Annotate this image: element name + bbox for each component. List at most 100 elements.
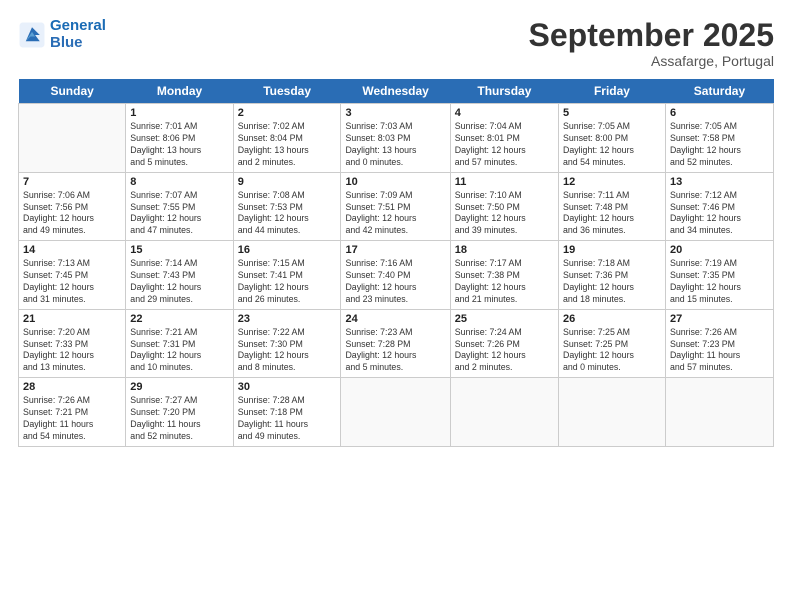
calendar-table: SundayMondayTuesdayWednesdayThursdayFrid… — [18, 79, 774, 447]
header: General Blue September 2025 Assafarge, P… — [18, 18, 774, 69]
day-info: Sunrise: 7:01 AMSunset: 8:06 PMDaylight:… — [130, 121, 228, 169]
location-subtitle: Assafarge, Portugal — [529, 53, 774, 69]
calendar-cell: 23 Sunrise: 7:22 AMSunset: 7:30 PMDayligh… — [233, 309, 341, 378]
calendar-cell: 3 Sunrise: 7:03 AMSunset: 8:03 PMDaylight… — [341, 104, 450, 173]
calendar-cell: 1 Sunrise: 7:01 AMSunset: 8:06 PMDaylight… — [126, 104, 233, 173]
day-info: Sunrise: 7:06 AMSunset: 7:56 PMDaylight:… — [23, 190, 121, 238]
day-info: Sunrise: 7:02 AMSunset: 8:04 PMDaylight:… — [238, 121, 337, 169]
date-number: 27 — [670, 313, 769, 325]
title-block: September 2025 Assafarge, Portugal — [529, 18, 774, 69]
logo-icon — [18, 21, 46, 49]
calendar-cell: 12Sunrise: 7:11 AMSunset: 7:48 PMDayligh… — [559, 172, 666, 241]
day-info: Sunrise: 7:09 AMSunset: 7:51 PMDaylight:… — [345, 190, 445, 238]
calendar-cell: 25 Sunrise: 7:24 AMSunset: 7:26 PMDayligh… — [450, 309, 558, 378]
date-number: 22 — [130, 313, 228, 325]
day-info: Sunrise: 7:16 AMSunset: 7:40 PMDaylight:… — [345, 258, 445, 306]
day-header-friday: Friday — [559, 79, 666, 104]
calendar-cell: 27 Sunrise: 7:26 AMSunset: 7:23 PMDayligh… — [665, 309, 773, 378]
date-number: 10 — [345, 176, 445, 188]
day-header-saturday: Saturday — [665, 79, 773, 104]
day-info: Sunrise: 7:26 AMSunset: 7:23 PMDaylight:… — [670, 327, 769, 375]
day-info: Sunrise: 7:11 AMSunset: 7:48 PMDaylight:… — [563, 190, 661, 238]
calendar-cell: 18 Sunrise: 7:17 AMSunset: 7:38 PMDayligh… — [450, 241, 558, 310]
date-number: 5 — [563, 107, 661, 119]
calendar-cell — [559, 378, 666, 447]
date-number: 29 — [130, 381, 228, 393]
calendar-cell: 20 Sunrise: 7:19 AMSunset: 7:35 PMDayligh… — [665, 241, 773, 310]
day-info: Sunrise: 7:19 AMSunset: 7:35 PMDaylight:… — [670, 258, 769, 306]
date-number: 28 — [23, 381, 121, 393]
calendar-cell: 9Sunrise: 7:08 AMSunset: 7:53 PMDaylight… — [233, 172, 341, 241]
date-number: 8 — [130, 176, 228, 188]
day-info: Sunrise: 7:03 AMSunset: 8:03 PMDaylight:… — [345, 121, 445, 169]
day-info: Sunrise: 7:15 AMSunset: 7:41 PMDaylight:… — [238, 258, 337, 306]
page: General Blue September 2025 Assafarge, P… — [0, 0, 792, 612]
date-number: 17 — [345, 244, 445, 256]
month-title: September 2025 — [529, 18, 774, 53]
calendar-cell: 14Sunrise: 7:13 AMSunset: 7:45 PMDayligh… — [19, 241, 126, 310]
date-number: 15 — [130, 244, 228, 256]
day-header-sunday: Sunday — [19, 79, 126, 104]
date-number: 30 — [238, 381, 337, 393]
day-info: Sunrise: 7:24 AMSunset: 7:26 PMDaylight:… — [455, 327, 554, 375]
calendar-cell: 17 Sunrise: 7:16 AMSunset: 7:40 PMDayligh… — [341, 241, 450, 310]
date-number: 1 — [130, 107, 228, 119]
week-row-2: 7 Sunrise: 7:06 AMSunset: 7:56 PMDaylight… — [19, 172, 774, 241]
day-info: Sunrise: 7:04 AMSunset: 8:01 PMDaylight:… — [455, 121, 554, 169]
day-info: Sunrise: 7:18 AMSunset: 7:36 PMDaylight:… — [563, 258, 661, 306]
calendar-cell: 4 Sunrise: 7:04 AMSunset: 8:01 PMDaylight… — [450, 104, 558, 173]
calendar-cell: 15 Sunrise: 7:14 AMSunset: 7:43 PMDayligh… — [126, 241, 233, 310]
day-header-wednesday: Wednesday — [341, 79, 450, 104]
day-header-row: SundayMondayTuesdayWednesdayThursdayFrid… — [19, 79, 774, 104]
week-row-4: 21Sunrise: 7:20 AMSunset: 7:33 PMDayligh… — [19, 309, 774, 378]
calendar-cell — [19, 104, 126, 173]
date-number: 21 — [23, 313, 121, 325]
day-info: Sunrise: 7:07 AMSunset: 7:55 PMDaylight:… — [130, 190, 228, 238]
week-row-5: 28Sunrise: 7:26 AMSunset: 7:21 PMDayligh… — [19, 378, 774, 447]
date-number: 13 — [670, 176, 769, 188]
day-info: Sunrise: 7:23 AMSunset: 7:28 PMDaylight:… — [345, 327, 445, 375]
date-number: 20 — [670, 244, 769, 256]
day-info: Sunrise: 7:14 AMSunset: 7:43 PMDaylight:… — [130, 258, 228, 306]
day-info: Sunrise: 7:25 AMSunset: 7:25 PMDaylight:… — [563, 327, 661, 375]
date-number: 24 — [345, 313, 445, 325]
day-info: Sunrise: 7:22 AMSunset: 7:30 PMDaylight:… — [238, 327, 337, 375]
date-number: 26 — [563, 313, 661, 325]
day-info: Sunrise: 7:05 AMSunset: 8:00 PMDaylight:… — [563, 121, 661, 169]
calendar-cell: 16 Sunrise: 7:15 AMSunset: 7:41 PMDayligh… — [233, 241, 341, 310]
week-row-3: 14Sunrise: 7:13 AMSunset: 7:45 PMDayligh… — [19, 241, 774, 310]
calendar-cell: 21Sunrise: 7:20 AMSunset: 7:33 PMDayligh… — [19, 309, 126, 378]
date-number: 6 — [670, 107, 769, 119]
date-number: 19 — [563, 244, 661, 256]
day-header-thursday: Thursday — [450, 79, 558, 104]
calendar-cell: 28Sunrise: 7:26 AMSunset: 7:21 PMDayligh… — [19, 378, 126, 447]
calendar-cell: 2 Sunrise: 7:02 AMSunset: 8:04 PMDaylight… — [233, 104, 341, 173]
day-header-monday: Monday — [126, 79, 233, 104]
logo-text: General Blue — [50, 18, 106, 51]
day-info: Sunrise: 7:05 AMSunset: 7:58 PMDaylight:… — [670, 121, 769, 169]
week-row-1: 1 Sunrise: 7:01 AMSunset: 8:06 PMDaylight… — [19, 104, 774, 173]
date-number: 18 — [455, 244, 554, 256]
day-info: Sunrise: 7:17 AMSunset: 7:38 PMDaylight:… — [455, 258, 554, 306]
calendar-cell: 29Sunrise: 7:27 AMSunset: 7:20 PMDayligh… — [126, 378, 233, 447]
calendar-cell: 7 Sunrise: 7:06 AMSunset: 7:56 PMDaylight… — [19, 172, 126, 241]
date-number: 2 — [238, 107, 337, 119]
day-info: Sunrise: 7:12 AMSunset: 7:46 PMDaylight:… — [670, 190, 769, 238]
calendar-cell: 5 Sunrise: 7:05 AMSunset: 8:00 PMDaylight… — [559, 104, 666, 173]
day-info: Sunrise: 7:10 AMSunset: 7:50 PMDaylight:… — [455, 190, 554, 238]
calendar-cell — [341, 378, 450, 447]
calendar-cell: 10 Sunrise: 7:09 AMSunset: 7:51 PMDayligh… — [341, 172, 450, 241]
date-number: 4 — [455, 107, 554, 119]
day-header-tuesday: Tuesday — [233, 79, 341, 104]
day-info: Sunrise: 7:28 AMSunset: 7:18 PMDaylight:… — [238, 395, 337, 443]
calendar-cell: 8 Sunrise: 7:07 AMSunset: 7:55 PMDaylight… — [126, 172, 233, 241]
calendar-cell: 13 Sunrise: 7:12 AMSunset: 7:46 PMDayligh… — [665, 172, 773, 241]
calendar-cell — [450, 378, 558, 447]
date-number: 3 — [345, 107, 445, 119]
date-number: 16 — [238, 244, 337, 256]
calendar-cell: 11Sunrise: 7:10 AMSunset: 7:50 PMDayligh… — [450, 172, 558, 241]
day-info: Sunrise: 7:08 AMSunset: 7:53 PMDaylight:… — [238, 190, 337, 238]
date-number: 7 — [23, 176, 121, 188]
date-number: 23 — [238, 313, 337, 325]
date-number: 25 — [455, 313, 554, 325]
